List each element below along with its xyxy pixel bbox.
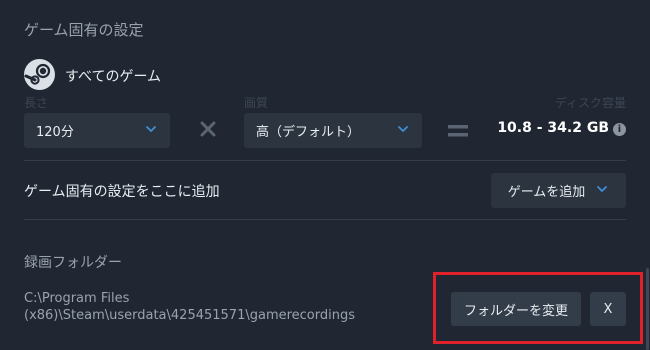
disk-space-value: 10.8 - 34.2 GB (497, 120, 609, 136)
steam-logo-icon (24, 59, 55, 90)
chevron-down-icon (396, 122, 410, 140)
add-game-button-label: ゲームを追加 (507, 185, 586, 200)
multiply-icon (198, 119, 218, 139)
divider (24, 219, 626, 220)
clear-folder-button[interactable]: X (590, 292, 626, 326)
length-dropdown[interactable]: 120分 (24, 113, 170, 148)
quality-label: 画質 (244, 96, 269, 110)
all-games-label: すべてのゲーム (65, 69, 162, 85)
recording-folder-path: C:\Program Files (x86)\Steam\userdata\42… (24, 291, 356, 323)
info-icon[interactable]: i (613, 123, 626, 136)
disk-space-label: ディスク容量 (554, 96, 626, 110)
chevron-down-icon (595, 182, 609, 200)
change-folder-button[interactable]: フォルダーを変更 (451, 292, 581, 326)
length-label: 長さ (24, 96, 49, 110)
add-game-setting-label: ゲーム固有の設定をここに追加 (24, 184, 220, 200)
chevron-down-icon (144, 122, 158, 140)
add-game-button[interactable]: ゲームを追加 (491, 173, 626, 208)
quality-dropdown[interactable]: 高（デフォルト） (244, 113, 422, 148)
section-title: ゲーム固有の設定 (24, 21, 144, 39)
recording-folder-title: 録画フォルダー (24, 255, 122, 271)
divider (24, 160, 626, 161)
equals-icon (447, 123, 469, 137)
scrollbar[interactable] (646, 268, 649, 350)
quality-value: 高（デフォルト） (256, 125, 361, 140)
length-value: 120分 (36, 125, 74, 140)
